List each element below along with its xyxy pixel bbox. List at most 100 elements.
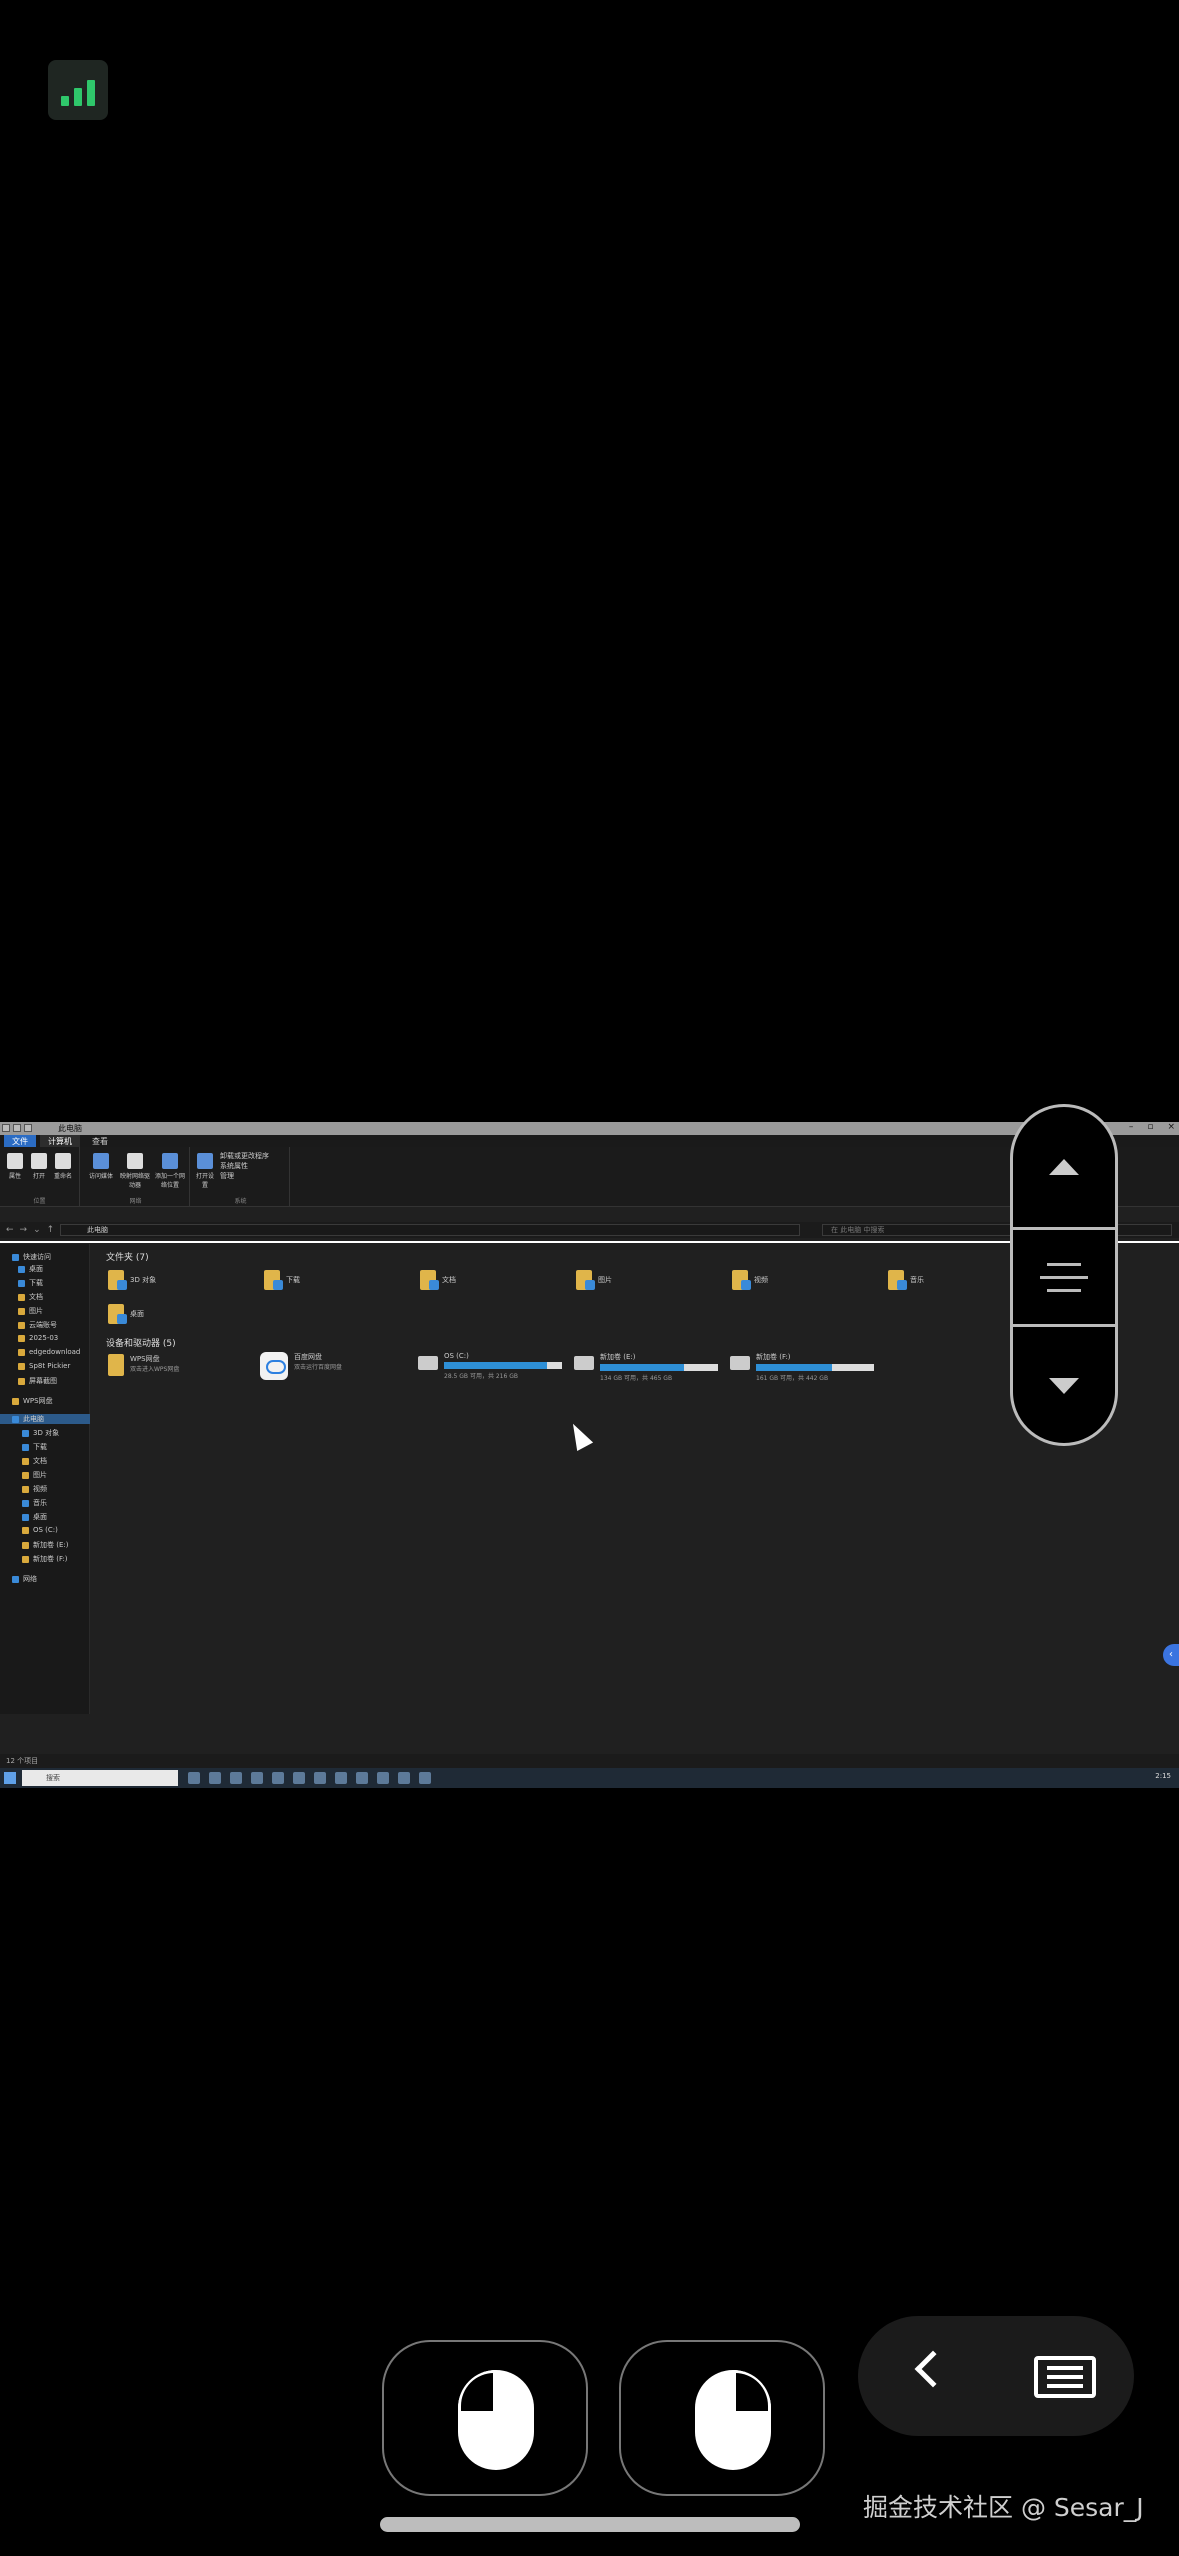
map-drive-button[interactable]: 映射网络驱动器 (120, 1147, 150, 1189)
properties-icon (7, 1153, 23, 1169)
uninstall-program-link[interactable]: 卸载或更改程序 (220, 1151, 269, 1161)
quick-access-toolbar[interactable] (2, 1124, 42, 1133)
folder-item[interactable]: 视频 (732, 1270, 768, 1290)
sidebar-item[interactable]: 下载 (22, 1442, 47, 1452)
sidebar-item[interactable]: Sp8t Pickier (18, 1362, 70, 1370)
app-icon[interactable] (272, 1772, 284, 1784)
sidebar-quick-access[interactable]: 快速访问 (12, 1252, 51, 1262)
device-item[interactable]: 百度网盘 双击运行百度网盘 (260, 1352, 342, 1380)
folder-icon (888, 1270, 907, 1290)
folder-item[interactable]: 图片 (576, 1270, 612, 1290)
app-icon[interactable] (188, 1772, 200, 1784)
right-click-button[interactable] (619, 2340, 825, 2496)
sidebar-item[interactable]: 下载 (18, 1278, 43, 1288)
folder-item[interactable]: 文档 (420, 1270, 456, 1290)
manage-link[interactable]: 管理 (220, 1171, 234, 1181)
sidebar-this-pc[interactable]: 此电脑 (0, 1414, 90, 1424)
maximize-icon[interactable]: ▫ (1147, 1122, 1153, 1132)
folder-item[interactable]: 下载 (264, 1270, 300, 1290)
app-icon[interactable] (335, 1772, 347, 1784)
open-settings-button[interactable]: 打开设置 (194, 1147, 216, 1189)
sidebar-item[interactable]: 视频 (22, 1484, 47, 1494)
sidebar-item[interactable]: 图片 (22, 1470, 47, 1480)
side-panel-toggle[interactable]: ‹ (1163, 1644, 1179, 1666)
sidebar-item[interactable]: edgedownload (18, 1348, 80, 1356)
media-icon (93, 1153, 109, 1169)
access-media-button[interactable]: 访问媒体 (86, 1147, 116, 1180)
app-icon[interactable] (230, 1772, 242, 1784)
folder-item[interactable]: 音乐 (888, 1270, 924, 1290)
folders-heading[interactable]: 文件夹 (7) (106, 1250, 149, 1263)
window-controls[interactable]: – ▫ × (1129, 1122, 1175, 1132)
tray-clock[interactable]: 2:15 (1155, 1772, 1171, 1780)
rename-icon (55, 1153, 71, 1169)
home-indicator[interactable] (380, 2517, 800, 2532)
sidebar-item[interactable]: 文档 (22, 1456, 47, 1466)
drive-item[interactable]: 新加卷 (E:) 134 GB 可用，共 465 GB (574, 1352, 718, 1382)
sidebar-item[interactable]: 文档 (18, 1292, 43, 1302)
system-tray[interactable]: 2:15 (1155, 1772, 1171, 1780)
ribbon-group-system: 打开设置 卸载或更改程序 系统属性 管理 系统 (192, 1147, 290, 1207)
sidebar-item[interactable]: OS (C:) (22, 1526, 58, 1534)
tab-computer[interactable]: 计算机 (40, 1135, 80, 1147)
group-label-location: 位置 (33, 1198, 46, 1205)
app-icon[interactable] (419, 1772, 431, 1784)
app-icon[interactable] (209, 1772, 221, 1784)
app-icon[interactable] (293, 1772, 305, 1784)
taskbar-search-input[interactable]: 搜索 (22, 1770, 178, 1786)
sidebar-item[interactable]: 图片 (18, 1306, 43, 1316)
drive-item[interactable]: 新加卷 (F:) 161 GB 可用，共 442 GB (730, 1352, 874, 1382)
sidebar-item[interactable]: 3D 对象 (22, 1428, 59, 1438)
sidebar-item[interactable]: 屏幕截图 (18, 1376, 57, 1386)
scroll-up-button[interactable] (1013, 1107, 1115, 1227)
sidebar-item[interactable]: 音乐 (22, 1498, 47, 1508)
open-button[interactable]: 打开 (28, 1147, 50, 1180)
sidebar-item[interactable]: 桌面 (18, 1264, 43, 1274)
sidebar-item[interactable]: 云端账号 (18, 1320, 57, 1330)
tab-file[interactable]: 文件 (4, 1135, 36, 1147)
folder-icon (108, 1304, 127, 1324)
minimize-icon[interactable]: – (1129, 1122, 1134, 1132)
app-icon[interactable] (251, 1772, 263, 1784)
windows-start-icon[interactable] (4, 1772, 16, 1784)
drive-usage-bar (600, 1364, 718, 1371)
device-item[interactable]: WPS网盘 双击进入WPS网盘 (108, 1354, 179, 1376)
devices-heading[interactable]: 设备和驱动器 (5) (106, 1336, 176, 1349)
mouse-right-icon (695, 2370, 771, 2470)
sidebar-item[interactable]: 桌面 (22, 1512, 47, 1522)
nav-arrows-icon[interactable]: ←→⌄↑ (6, 1225, 60, 1235)
rename-button[interactable]: 重命名 (52, 1147, 74, 1180)
system-properties-link[interactable]: 系统属性 (220, 1161, 248, 1171)
drive-icon (730, 1356, 750, 1370)
app-icon[interactable] (314, 1772, 326, 1784)
sidebar-wps[interactable]: WPS网盘 (12, 1396, 53, 1406)
drive-item[interactable]: OS (C:) 28.5 GB 可用，共 216 GB (418, 1352, 562, 1380)
back-arrow-icon[interactable] (914, 2350, 952, 2388)
close-icon[interactable]: × (1167, 1122, 1175, 1132)
drive-icon (418, 1356, 438, 1370)
app-icon[interactable] (377, 1772, 389, 1784)
window-titlebar: 此电脑 – ▫ × (0, 1122, 1179, 1135)
folder-item[interactable]: 3D 对象 (108, 1270, 156, 1290)
group-label-network: 网络 (129, 1198, 142, 1205)
left-click-button[interactable] (382, 2340, 588, 2496)
properties-button[interactable]: 属性 (4, 1147, 26, 1180)
tab-view[interactable]: 查看 (84, 1135, 116, 1147)
app-icon[interactable] (356, 1772, 368, 1784)
keyboard-icon[interactable] (1034, 2356, 1096, 2398)
control-pill (858, 2316, 1134, 2436)
sidebar-item[interactable]: 2025-03 (18, 1334, 58, 1342)
remote-desktop-view[interactable]: 此电脑 – ▫ × 文件 计算机 查看 属性 打开 重命名 位置 访问媒体 映射… (0, 1122, 1179, 1788)
add-network-location-button[interactable]: 添加一个网络位置 (154, 1147, 186, 1189)
signal-icon (48, 60, 108, 120)
search-input[interactable]: 在 此电脑 中搜索 (822, 1224, 1172, 1236)
sidebar-item[interactable]: 新加卷 (E:) (22, 1540, 68, 1550)
arrow-down-icon (1049, 1378, 1079, 1394)
address-path[interactable]: 此电脑 (60, 1224, 800, 1236)
scroll-menu-button[interactable] (1013, 1230, 1115, 1324)
sidebar-item[interactable]: 新加卷 (F:) (22, 1554, 68, 1564)
sidebar-network[interactable]: 网络 (12, 1574, 37, 1584)
folder-item[interactable]: 桌面 (108, 1304, 144, 1324)
app-icon[interactable] (398, 1772, 410, 1784)
scroll-down-button[interactable] (1013, 1327, 1115, 1445)
